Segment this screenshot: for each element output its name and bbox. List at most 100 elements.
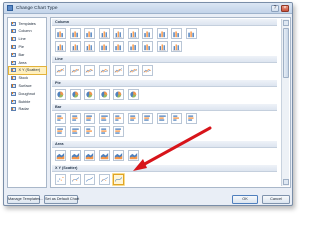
help-button[interactable]: ? bbox=[271, 4, 279, 12]
scatter-chart-option[interactable] bbox=[69, 174, 81, 185]
radar-chart-icon bbox=[10, 107, 16, 112]
scroll-down-icon[interactable] bbox=[283, 179, 289, 185]
bar-chart-option[interactable] bbox=[185, 113, 197, 124]
area-chart-icon bbox=[56, 153, 65, 160]
bar-chart-option[interactable] bbox=[69, 113, 81, 124]
manage-templates-button[interactable]: Manage Templates... bbox=[7, 195, 43, 204]
sidebar-item-label: Bar bbox=[18, 52, 25, 57]
column-chart-option[interactable] bbox=[127, 28, 139, 39]
column-chart-option[interactable] bbox=[113, 41, 124, 52]
area-chart-option[interactable] bbox=[127, 150, 139, 161]
section-header-x-y-scatter: X Y (Scatter) bbox=[52, 165, 277, 172]
column-chart-icon bbox=[10, 29, 16, 34]
sidebar-item-stock[interactable]: Stock bbox=[9, 75, 46, 82]
folder-icon bbox=[10, 21, 16, 26]
bar-chart-option[interactable] bbox=[98, 126, 110, 137]
sidebar-item-label: Radar bbox=[18, 107, 29, 112]
close-button[interactable]: × bbox=[281, 4, 289, 12]
ok-button[interactable]: OK bbox=[232, 195, 258, 204]
pie-chart-option[interactable] bbox=[127, 89, 139, 100]
scroll-thumb[interactable] bbox=[283, 28, 289, 78]
column-chart-option[interactable] bbox=[127, 41, 139, 52]
sidebar-item-column[interactable]: Column bbox=[9, 28, 46, 35]
area-chart-option[interactable] bbox=[55, 150, 66, 161]
sidebar-item-surface[interactable]: Surface bbox=[9, 82, 46, 89]
bar-chart-option[interactable] bbox=[84, 113, 95, 124]
bar-chart-option[interactable] bbox=[113, 126, 124, 137]
bar-chart-icon bbox=[173, 115, 179, 121]
scatter-chart-option[interactable] bbox=[84, 174, 95, 185]
area-chart-option[interactable] bbox=[69, 150, 81, 161]
sidebar-item-line[interactable]: Line bbox=[9, 36, 46, 43]
column-chart-option[interactable] bbox=[156, 41, 168, 52]
bar-chart-icon bbox=[71, 128, 79, 134]
column-chart-option[interactable] bbox=[142, 28, 153, 39]
area-chart-option[interactable] bbox=[98, 150, 110, 161]
line-chart-option[interactable] bbox=[98, 65, 110, 76]
column-chart-option[interactable] bbox=[55, 41, 66, 52]
column-chart-option[interactable] bbox=[84, 41, 95, 52]
line-chart-icon bbox=[129, 68, 137, 73]
bar-chart-option[interactable] bbox=[127, 113, 139, 124]
pie-chart-option[interactable] bbox=[98, 89, 110, 100]
column-chart-option[interactable] bbox=[156, 28, 168, 39]
set-as-default-chart-button[interactable]: Set as Default Chart bbox=[44, 195, 79, 204]
sidebar-item-area[interactable]: Area bbox=[9, 59, 46, 66]
line-chart-option[interactable] bbox=[69, 65, 81, 76]
bar-chart-option[interactable] bbox=[84, 126, 95, 137]
cancel-button[interactable]: Cancel bbox=[262, 195, 290, 204]
sidebar-item-bubble[interactable]: Bubble bbox=[9, 98, 46, 105]
bar-chart-option[interactable] bbox=[171, 113, 182, 124]
bar-chart-option[interactable] bbox=[142, 113, 153, 124]
pie-chart-icon bbox=[86, 91, 93, 98]
column-chart-option[interactable] bbox=[98, 41, 110, 52]
bar-chart-icon bbox=[86, 115, 92, 121]
column-chart-option[interactable] bbox=[55, 28, 66, 39]
bar-chart-icon bbox=[100, 115, 108, 121]
bar-chart-icon bbox=[144, 115, 150, 121]
area-chart-option[interactable] bbox=[113, 150, 124, 161]
section-header-label: Line bbox=[55, 57, 63, 62]
bar-chart-icon bbox=[187, 115, 194, 121]
scatter-chart-option[interactable] bbox=[113, 174, 124, 185]
pie-chart-option[interactable] bbox=[84, 89, 95, 100]
bar-chart-option[interactable] bbox=[113, 113, 124, 124]
column-chart-option[interactable] bbox=[113, 28, 124, 39]
pie-chart-option[interactable] bbox=[113, 89, 124, 100]
sidebar-item-pie[interactable]: Pie bbox=[9, 43, 46, 50]
bar-chart-option[interactable] bbox=[55, 113, 66, 124]
line-chart-option[interactable] bbox=[84, 65, 95, 76]
line-chart-option[interactable] bbox=[142, 65, 153, 76]
column-chart-option[interactable] bbox=[142, 41, 153, 52]
line-chart-option[interactable] bbox=[55, 65, 66, 76]
column-chart-option[interactable] bbox=[98, 28, 110, 39]
bar-chart-option[interactable] bbox=[69, 126, 81, 137]
sidebar-item-templates[interactable]: Templates bbox=[9, 20, 46, 27]
scatter-chart-option[interactable] bbox=[55, 174, 66, 185]
column-chart-option[interactable] bbox=[171, 28, 182, 39]
bar-chart-option[interactable] bbox=[156, 113, 168, 124]
sidebar-item-radar[interactable]: Radar bbox=[9, 106, 46, 113]
line-chart-option[interactable] bbox=[127, 65, 139, 76]
scatter-chart-icon bbox=[71, 177, 79, 182]
pie-chart-option[interactable] bbox=[69, 89, 81, 100]
column-chart-option[interactable] bbox=[69, 41, 81, 52]
column-chart-option[interactable] bbox=[171, 41, 182, 52]
vertical-scrollbar[interactable] bbox=[281, 19, 289, 186]
sidebar-item-x-y-scatter[interactable]: X Y (Scatter) bbox=[8, 65, 47, 75]
scatter-chart-option[interactable] bbox=[98, 174, 110, 185]
scroll-up-icon[interactable] bbox=[283, 20, 289, 26]
sidebar-item-bar[interactable]: Bar bbox=[9, 51, 46, 58]
line-chart-option[interactable] bbox=[113, 65, 124, 76]
area-chart-option[interactable] bbox=[84, 150, 95, 161]
column-chart-option[interactable] bbox=[69, 28, 81, 39]
bar-chart-option[interactable] bbox=[98, 113, 110, 124]
stock-chart-icon bbox=[10, 76, 16, 81]
column-chart-option[interactable] bbox=[185, 28, 197, 39]
bar-chart-option[interactable] bbox=[55, 126, 66, 137]
scatter-chart-icon bbox=[100, 177, 108, 182]
column-chart-option[interactable] bbox=[84, 28, 95, 39]
pie-chart-option[interactable] bbox=[55, 89, 66, 100]
sidebar-item-doughnut[interactable]: Doughnut bbox=[9, 90, 46, 97]
area-chart-icon bbox=[10, 60, 16, 65]
